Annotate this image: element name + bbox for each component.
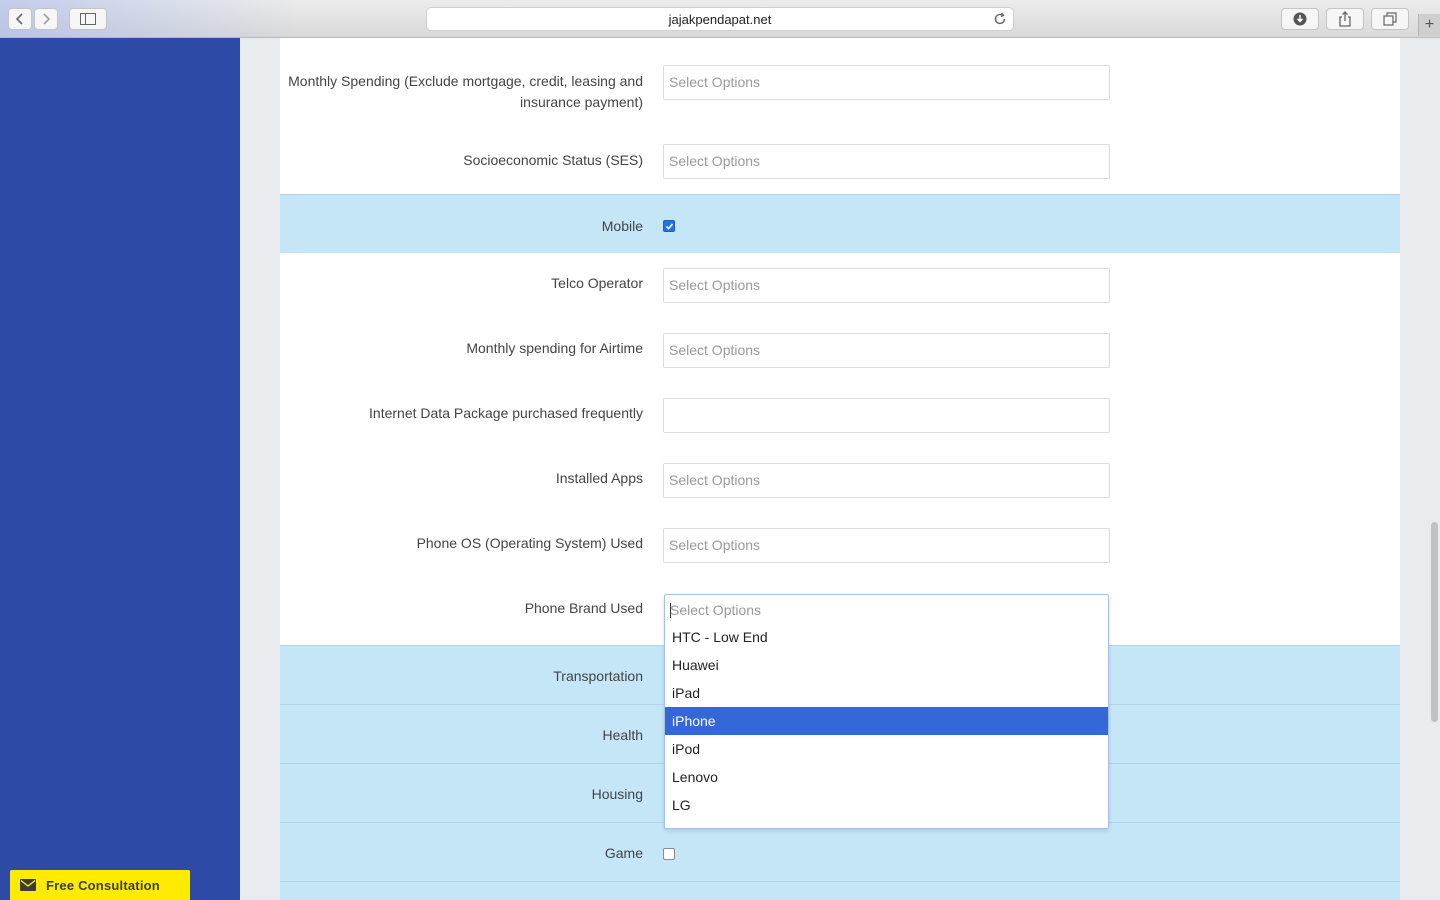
housing-label: Housing bbox=[591, 786, 643, 802]
form-row-ses: Socioeconomic Status (SES) Select Option… bbox=[280, 144, 1400, 194]
page-scrollbar-thumb[interactable] bbox=[1431, 522, 1438, 722]
mail-icon bbox=[10, 870, 46, 900]
mobile-label: Mobile bbox=[601, 218, 643, 234]
transportation-label: Transportation bbox=[553, 668, 643, 684]
phone-brand-dropdown[interactable]: Select Options HTC - Low End Huawei iPad… bbox=[664, 594, 1109, 829]
installed-apps-label: Installed Apps bbox=[555, 470, 643, 486]
sidebar-icon bbox=[80, 13, 96, 25]
option-iphone[interactable]: iPhone bbox=[665, 707, 1108, 735]
forward-button[interactable] bbox=[34, 8, 58, 30]
reload-icon[interactable] bbox=[993, 12, 1007, 29]
form-row-telco-operator: Telco Operator Select Options bbox=[280, 253, 1400, 318]
health-label: Health bbox=[602, 727, 643, 743]
sidebar-toggle-button[interactable] bbox=[69, 8, 107, 30]
plus-icon: + bbox=[1424, 16, 1435, 33]
option-lg[interactable]: LG bbox=[665, 791, 1108, 819]
form-row-installed-apps: Installed Apps Select Options bbox=[280, 448, 1400, 513]
share-button[interactable] bbox=[1326, 8, 1364, 30]
free-consultation-label: Free Consultation bbox=[46, 877, 160, 893]
phone-brand-search-input[interactable]: Select Options bbox=[670, 599, 761, 621]
form-row-mobile: Mobile bbox=[280, 194, 1400, 253]
phone-os-label: Phone OS (Operating System) Used bbox=[416, 535, 643, 551]
option-htc-low-end[interactable]: HTC - Low End bbox=[665, 623, 1108, 651]
downloads-button[interactable] bbox=[1281, 8, 1319, 30]
chevron-left-icon bbox=[15, 13, 23, 25]
left-sidebar bbox=[0, 38, 240, 900]
mobile-checkbox[interactable] bbox=[663, 220, 675, 232]
new-tab-button[interactable]: + bbox=[1418, 14, 1440, 36]
phone-os-select[interactable]: Select Options bbox=[663, 528, 1110, 563]
airtime-label: Monthly spending for Airtime bbox=[466, 340, 643, 356]
game-label: Game bbox=[604, 845, 643, 861]
installed-apps-select[interactable]: Select Options bbox=[663, 463, 1110, 498]
download-icon bbox=[1293, 12, 1307, 26]
data-package-select[interactable] bbox=[663, 398, 1110, 433]
tabs-icon bbox=[1383, 12, 1397, 26]
phone-brand-label: Phone Brand Used bbox=[524, 600, 643, 616]
form-row-phone-os: Phone OS (Operating System) Used Select … bbox=[280, 513, 1400, 578]
form-row-data-package: Internet Data Package purchased frequent… bbox=[280, 383, 1400, 448]
free-consultation-button[interactable]: Free Consultation bbox=[10, 870, 190, 900]
back-button[interactable] bbox=[8, 8, 32, 30]
page-scrollbar[interactable] bbox=[1428, 38, 1440, 900]
tabs-overview-button[interactable] bbox=[1371, 8, 1409, 30]
option-lenovo[interactable]: Lenovo bbox=[665, 763, 1108, 791]
ses-select[interactable]: Select Options bbox=[663, 144, 1110, 179]
option-lg-high-end[interactable]: LG - High End bbox=[665, 819, 1108, 828]
chevron-right-icon bbox=[43, 13, 51, 25]
monthly-spending-select[interactable]: Select Options bbox=[663, 65, 1110, 100]
share-icon bbox=[1339, 11, 1351, 27]
data-package-label: Internet Data Package purchased frequent… bbox=[369, 405, 643, 421]
ses-label: Socioeconomic Status (SES) bbox=[463, 152, 643, 168]
form-row-airtime: Monthly spending for Airtime Select Opti… bbox=[280, 318, 1400, 383]
telco-operator-select[interactable]: Select Options bbox=[663, 268, 1110, 303]
form-row-next bbox=[280, 881, 1400, 900]
checkmark-icon bbox=[665, 223, 674, 230]
monthly-spending-label: Monthly Spending (Exclude mortgage, cred… bbox=[288, 73, 643, 110]
game-checkbox[interactable] bbox=[663, 848, 675, 860]
option-huawei[interactable]: Huawei bbox=[665, 651, 1108, 679]
url-text: jajakpendapat.net bbox=[668, 11, 772, 27]
telco-operator-label: Telco Operator bbox=[551, 275, 643, 291]
address-bar[interactable]: jajakpendapat.net bbox=[426, 7, 1014, 31]
option-ipad[interactable]: iPad bbox=[665, 679, 1108, 707]
browser-toolbar: jajakpendapat.net + bbox=[0, 0, 1440, 38]
form-row-game: Game bbox=[280, 822, 1400, 881]
option-ipod[interactable]: iPod bbox=[665, 735, 1108, 763]
airtime-select[interactable]: Select Options bbox=[663, 333, 1110, 368]
form-row-monthly-spending: Monthly Spending (Exclude mortgage, cred… bbox=[280, 38, 1400, 157]
